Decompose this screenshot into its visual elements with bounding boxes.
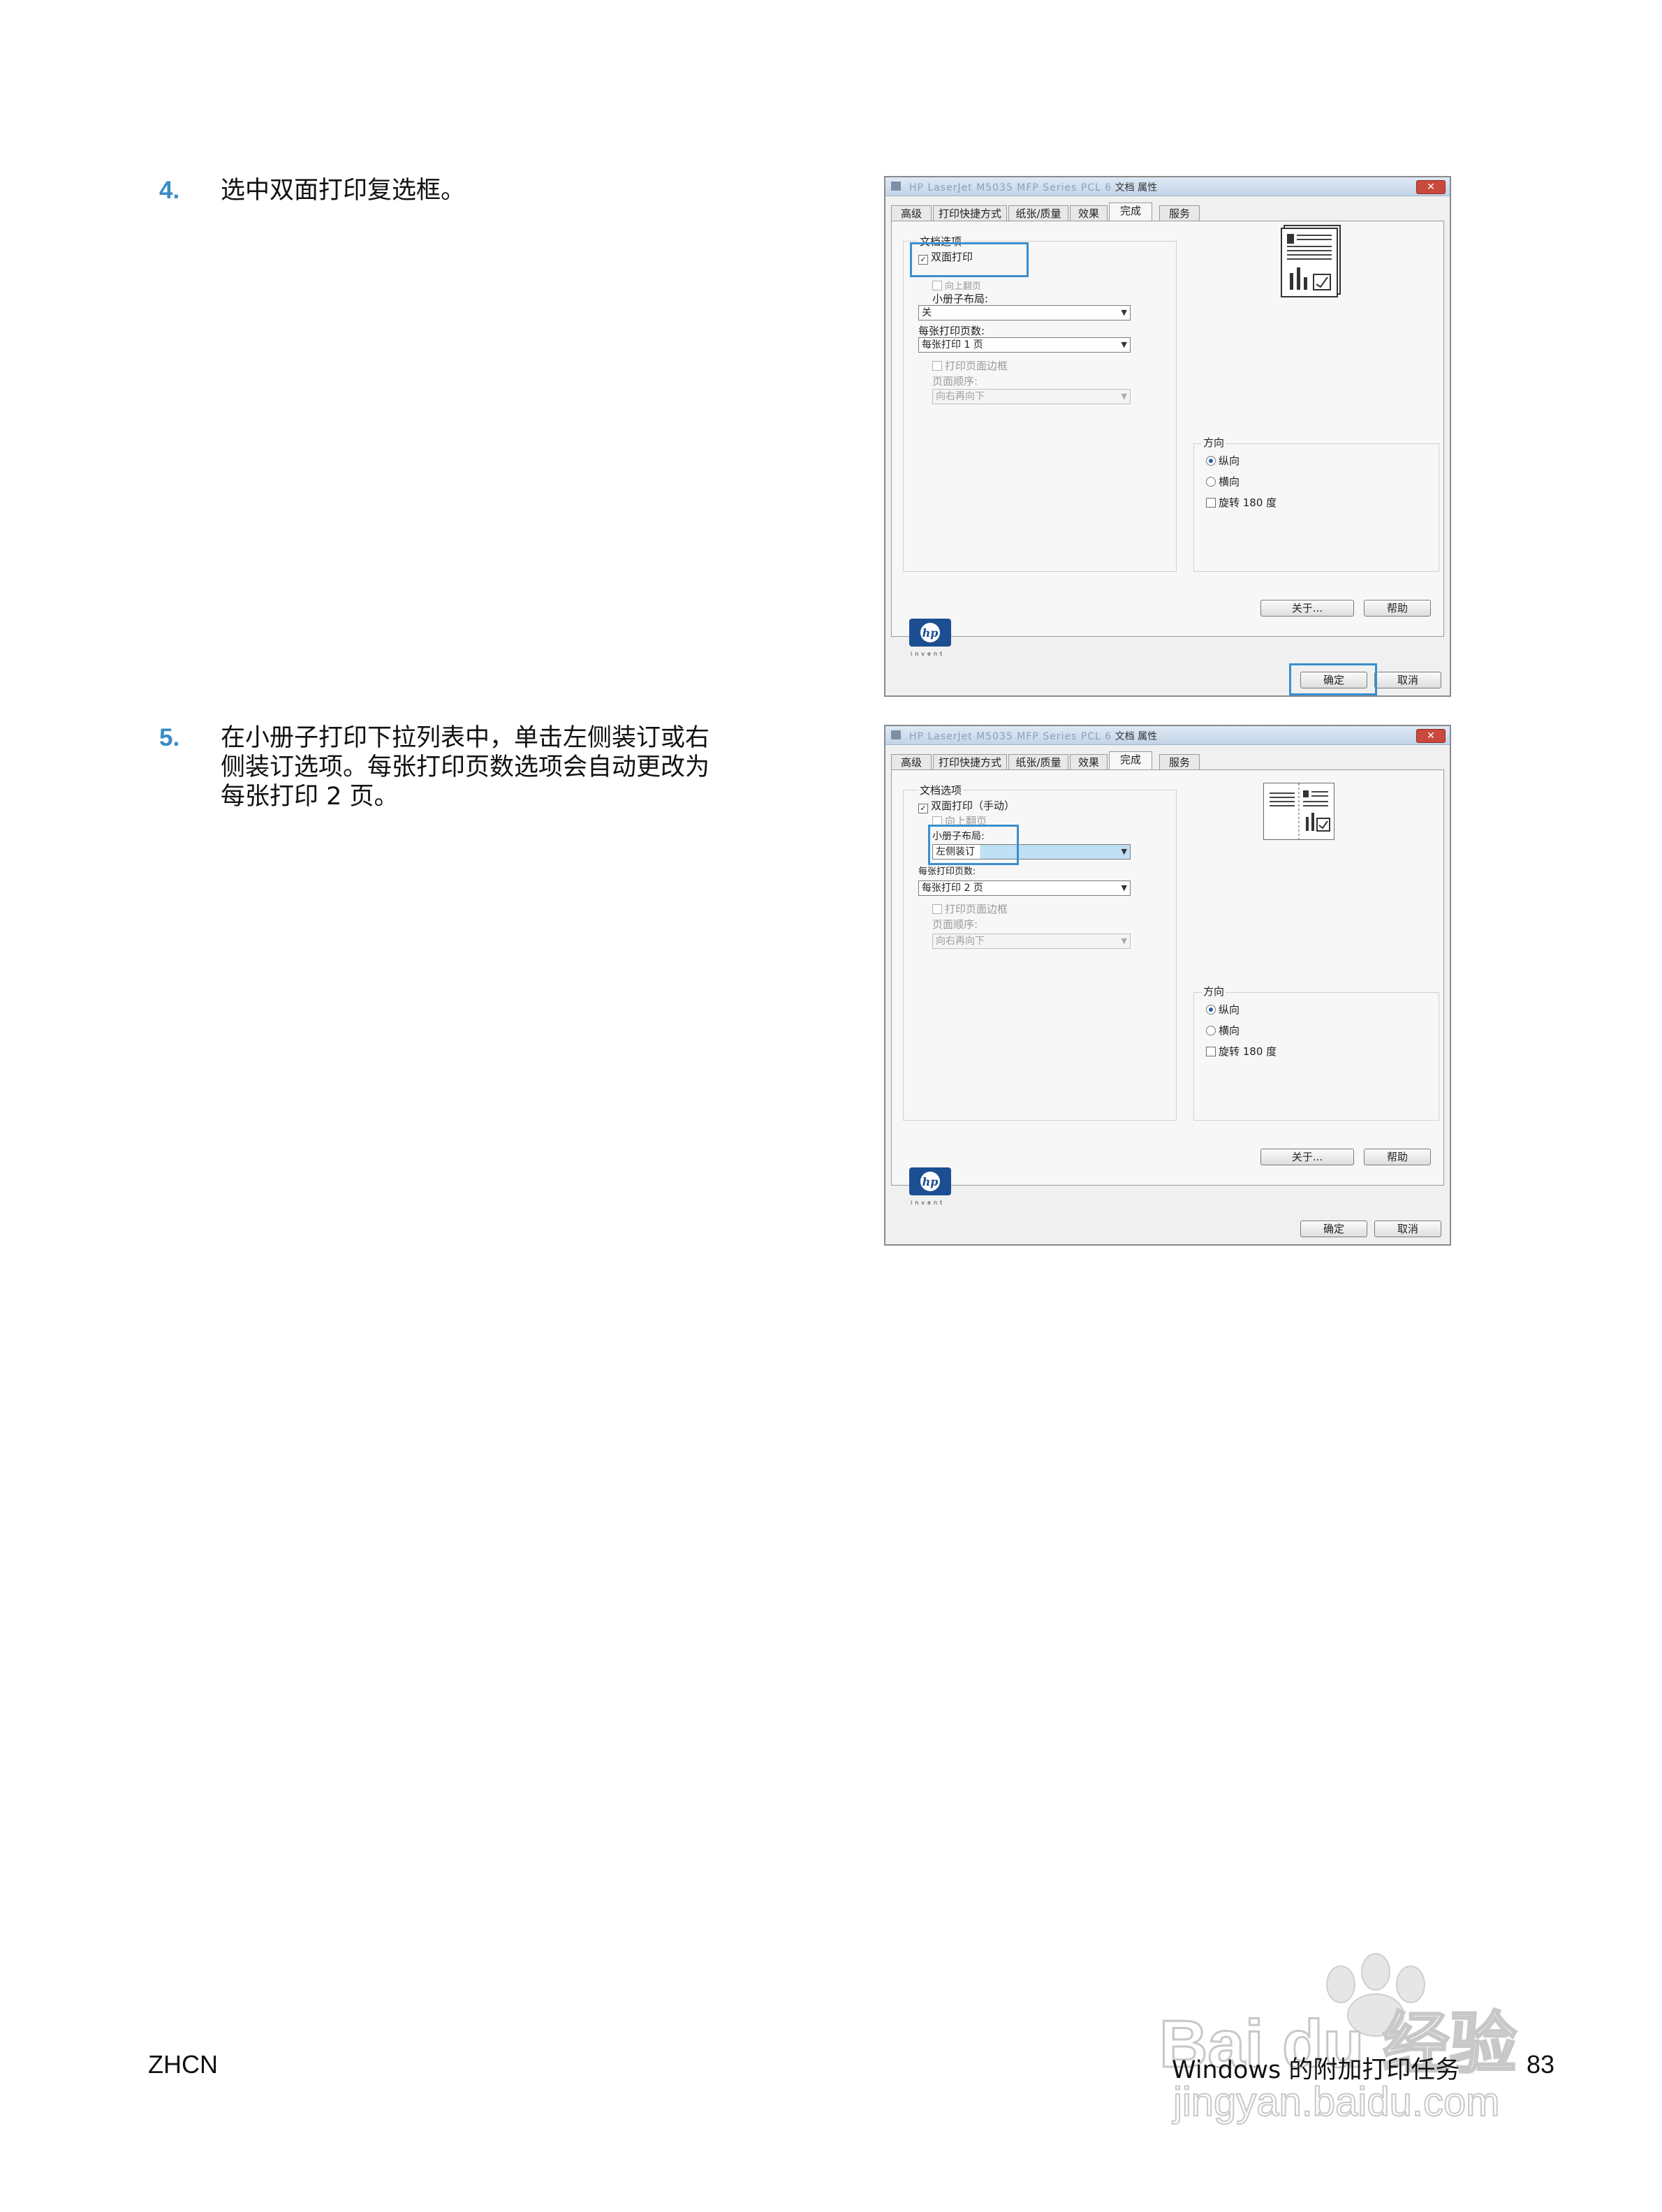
tab-effects[interactable]: 效果 [1070, 205, 1108, 221]
print-page-border-checkbox[interactable]: 打印页面边框 [932, 358, 1008, 373]
ok-button[interactable]: 确定 [1300, 1221, 1367, 1237]
close-icon[interactable]: ✕ [1416, 729, 1446, 743]
tab-services[interactable]: 服务 [1159, 205, 1200, 221]
cancel-button[interactable]: 取消 [1374, 1221, 1441, 1237]
portrait-radio[interactable]: 纵向 [1206, 1002, 1240, 1017]
tab-shortcuts[interactable]: 打印快捷方式 [933, 754, 1007, 770]
page-order-label: 页面顺序: [932, 375, 978, 388]
portrait-radio[interactable]: 纵向 [1206, 453, 1240, 468]
highlight-box [910, 242, 1029, 277]
svg-text:hp: hp [922, 1175, 939, 1188]
tab-services[interactable]: 服务 [1159, 754, 1200, 770]
tab-panel: 文档选项 ✓ 双面打印 向上翻页 小册子布局: 关 ▼ 每张打印页数: 每张打印 1… [891, 221, 1444, 637]
landscape-radio[interactable]: 横向 [1206, 1023, 1240, 1038]
hp-logo-icon: hp [909, 619, 951, 647]
help-button[interactable]: 帮助 [1364, 600, 1431, 617]
pages-per-sheet-select[interactable]: 每张打印 2 页 ▼ [918, 880, 1131, 896]
flip-pages-checkbox[interactable]: 向上翻页 [932, 279, 981, 292]
checkbox-icon [1206, 1047, 1216, 1056]
dialog-title-blurred: HP LaserJet M5035 MFP Series PCL 6 [909, 182, 1112, 193]
document-preview-icon [1281, 225, 1341, 297]
duplex-checkbox[interactable]: ✓ 双面打印（手动） [918, 798, 1015, 813]
pages-per-sheet-select[interactable]: 每张打印 1 页 ▼ [918, 337, 1131, 353]
tab-paper-quality[interactable]: 纸张/质量 [1008, 205, 1068, 221]
chevron-down-icon: ▼ [1121, 392, 1127, 401]
printer-icon [891, 730, 901, 739]
booklet-layout-label: 小册子布局: [932, 293, 989, 305]
radio-icon [1206, 477, 1216, 487]
about-button[interactable]: 关于... [1260, 1149, 1354, 1165]
baidu-watermark: Bai du 经验 jingyan.baidu.com [1159, 1953, 1518, 2125]
tab-advanced[interactable]: 高级 [891, 205, 932, 221]
cancel-button[interactable]: 取消 [1374, 672, 1441, 688]
tab-finishing[interactable]: 完成 [1109, 202, 1152, 221]
footer-title: Windows 的附加打印任务 [1172, 2056, 1460, 2084]
page-number: 83 [1527, 2050, 1555, 2079]
checkbox-icon [932, 361, 942, 371]
orientation-label: 方向 [1202, 435, 1226, 450]
chevron-down-icon: ▼ [1121, 847, 1127, 856]
watermark-url: jingyan.baidu.com [1172, 2079, 1500, 2125]
tab-effects[interactable]: 效果 [1070, 754, 1108, 770]
printer-icon [891, 182, 901, 191]
printer-properties-dialog-1: HP LaserJet M5035 MFP Series PCL 6 文档 属性… [884, 176, 1451, 697]
about-button[interactable]: 关于... [1260, 600, 1354, 617]
highlight-box [928, 825, 1019, 865]
radio-icon [1206, 1026, 1216, 1035]
page-order-label: 页面顺序: [932, 918, 978, 931]
chevron-down-icon: ▼ [1121, 883, 1127, 892]
step-text: 在小册子打印下拉列表中，单击左侧装订或右 侧装订选项。每张打印页数选项会自动更改… [221, 724, 710, 811]
landscape-radio[interactable]: 横向 [1206, 474, 1240, 489]
chevron-down-icon: ▼ [1121, 308, 1127, 317]
chevron-down-icon: ▼ [1121, 340, 1127, 349]
close-icon[interactable]: ✕ [1416, 180, 1446, 194]
radio-selected-icon [1206, 456, 1216, 466]
checkbox-icon [932, 904, 942, 914]
title-bar[interactable]: HP LaserJet M5035 MFP Series PCL 6 文档 属性… [885, 726, 1450, 745]
chevron-down-icon: ▼ [1121, 936, 1127, 945]
pages-per-sheet-label: 每张打印页数: [918, 867, 976, 877]
checkbox-icon [932, 281, 942, 290]
orientation-label: 方向 [1202, 984, 1226, 998]
tab-finishing[interactable]: 完成 [1109, 751, 1152, 770]
tab-panel: 文档选项 ✓ 双面打印（手动） 向上翻页 小册子布局: 左侧装订 ▼ 每张打印页数:… [891, 769, 1444, 1186]
pages-per-sheet-label: 每张打印页数: [918, 325, 985, 337]
hp-logo-icon: hp [909, 1167, 951, 1195]
document-options-label: 文档选项 [918, 783, 964, 797]
highlight-box [1289, 663, 1377, 695]
checkbox-icon [1206, 498, 1216, 508]
dialog-title-blurred: HP LaserJet M5035 MFP Series PCL 6 [909, 731, 1112, 742]
hp-invent-text: invent [911, 1200, 946, 1206]
title-bar[interactable]: HP LaserJet M5035 MFP Series PCL 6 文档 属性… [885, 177, 1450, 196]
tab-shortcuts[interactable]: 打印快捷方式 [933, 205, 1007, 221]
footer-left: ZHCN [148, 2050, 218, 2079]
step-text: 选中双面打印复选框。 [221, 177, 466, 205]
booklet-layout-select[interactable]: 关 ▼ [918, 305, 1131, 320]
page-order-select[interactable]: 向右再向下 ▼ [932, 934, 1131, 949]
checkbox-checked-icon: ✓ [918, 804, 928, 813]
booklet-preview-icon [1263, 783, 1334, 840]
svg-text:hp: hp [922, 626, 939, 640]
hp-invent-text: invent [911, 651, 946, 657]
tab-advanced[interactable]: 高级 [891, 754, 932, 770]
print-page-border-checkbox[interactable]: 打印页面边框 [932, 901, 1008, 916]
tab-paper-quality[interactable]: 纸张/质量 [1008, 754, 1068, 770]
radio-selected-icon [1206, 1005, 1216, 1015]
rotate-180-checkbox[interactable]: 旋转 180 度 [1206, 495, 1277, 510]
printer-properties-dialog-2: HP LaserJet M5035 MFP Series PCL 6 文档 属性… [884, 725, 1451, 1246]
help-button[interactable]: 帮助 [1364, 1149, 1431, 1165]
dialog-title: 文档 属性 [1115, 182, 1158, 193]
rotate-180-checkbox[interactable]: 旋转 180 度 [1206, 1044, 1277, 1059]
step-number: 5. [159, 724, 180, 751]
step-number: 4. [159, 177, 180, 204]
dialog-title: 文档 属性 [1115, 731, 1158, 742]
page-order-select[interactable]: 向右再向下 ▼ [932, 389, 1131, 404]
